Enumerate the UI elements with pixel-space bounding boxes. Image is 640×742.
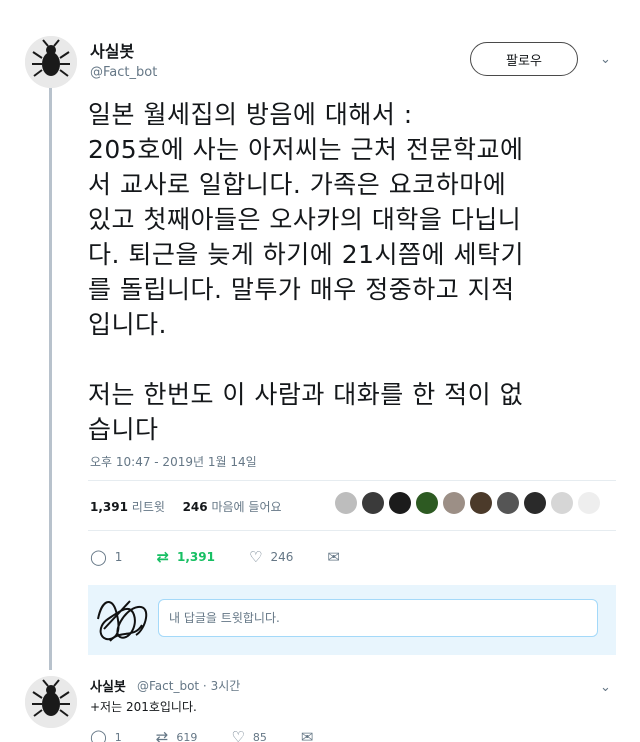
like-button[interactable]: ♡ 85 [231, 728, 266, 742]
message-button[interactable]: ✉ [301, 728, 314, 742]
reply-input[interactable]: 내 답글을 트윗합니다. [158, 599, 598, 637]
chevron-down-icon[interactable]: ⌄ [600, 680, 611, 695]
like-count[interactable]: 246 [183, 500, 208, 514]
retweet-icon: ⇄ [155, 728, 169, 742]
tweet-text: 일본 월세집의 방음에 대해서 : 205호에 사는 아저씨는 근처 전문학교에… [88, 100, 524, 444]
avatar[interactable] [470, 492, 492, 514]
divider [88, 480, 616, 481]
avatar[interactable] [497, 492, 519, 514]
retweet-stat-label[interactable]: 리트윗 [132, 500, 165, 514]
avatar[interactable] [578, 492, 600, 514]
avatar[interactable] [335, 492, 357, 514]
avatar[interactable] [551, 492, 573, 514]
reply-button[interactable]: ◯ 1 [90, 728, 122, 742]
avatar[interactable] [25, 676, 77, 728]
like-stat-label[interactable]: 마음에 들어요 [211, 500, 281, 514]
chevron-down-icon[interactable]: ⌄ [600, 52, 611, 67]
message-button[interactable]: ✉ [327, 548, 340, 566]
retweet-action-count: 1,391 [177, 550, 215, 564]
tweet-actions: ◯ 1 ⇄ 1,391 ♡ 246 ✉ [90, 548, 374, 566]
reply-count: 1 [114, 550, 123, 564]
message-icon: ✉ [300, 728, 314, 742]
reply-actions: ◯ 1 ⇄ 619 ♡ 85 ✉ [90, 728, 347, 742]
reply-compose-box: 내 답글을 트윗합니다. [88, 585, 616, 655]
reply-display-name[interactable]: 사실봇 [90, 676, 126, 695]
reply-icon: ◯ [90, 548, 107, 566]
thread-connector-line [49, 88, 52, 670]
liker-avatars [335, 492, 600, 514]
tweet-timestamp[interactable]: 오후 10:47 - 2019년 1월 14일 [90, 453, 257, 470]
heart-icon: ♡ [248, 548, 263, 566]
beetle-avatar-icon [25, 676, 77, 728]
tweet-stats: 1,391 리트윗 246 마음에 들어요 [90, 498, 282, 515]
like-action-count: 246 [270, 550, 294, 564]
reply-button[interactable]: ◯ 1 [90, 548, 122, 566]
follow-button[interactable]: 팔로우 [470, 42, 578, 76]
avatar[interactable] [524, 492, 546, 514]
divider [88, 530, 616, 531]
reply-retweet-count: 619 [176, 730, 198, 742]
retweet-button[interactable]: ⇄ 619 [156, 728, 198, 742]
reply-reply-count: 1 [114, 730, 122, 742]
beetle-avatar-icon [25, 36, 77, 88]
avatar[interactable] [362, 492, 384, 514]
message-icon: ✉ [327, 548, 340, 566]
retweet-count[interactable]: 1,391 [90, 500, 128, 514]
user-handle[interactable]: @Fact_bot [90, 65, 157, 80]
retweet-button[interactable]: ⇄ 1,391 [156, 548, 215, 566]
user-avatar-scribble-icon[interactable] [90, 589, 150, 651]
avatar[interactable] [25, 36, 77, 88]
like-button[interactable]: ♡ 246 [249, 548, 293, 566]
reply-text: +저는 201호입니다. [90, 700, 197, 714]
reply-like-count: 85 [252, 730, 267, 742]
avatar[interactable] [416, 492, 438, 514]
retweet-icon: ⇄ [156, 548, 170, 566]
avatar[interactable] [389, 492, 411, 514]
display-name[interactable]: 사실봇 [90, 38, 134, 62]
reply-meta[interactable]: @Fact_bot · 3시간 [137, 677, 240, 694]
heart-icon: ♡ [231, 728, 245, 742]
reply-icon: ◯ [90, 728, 107, 742]
avatar[interactable] [443, 492, 465, 514]
